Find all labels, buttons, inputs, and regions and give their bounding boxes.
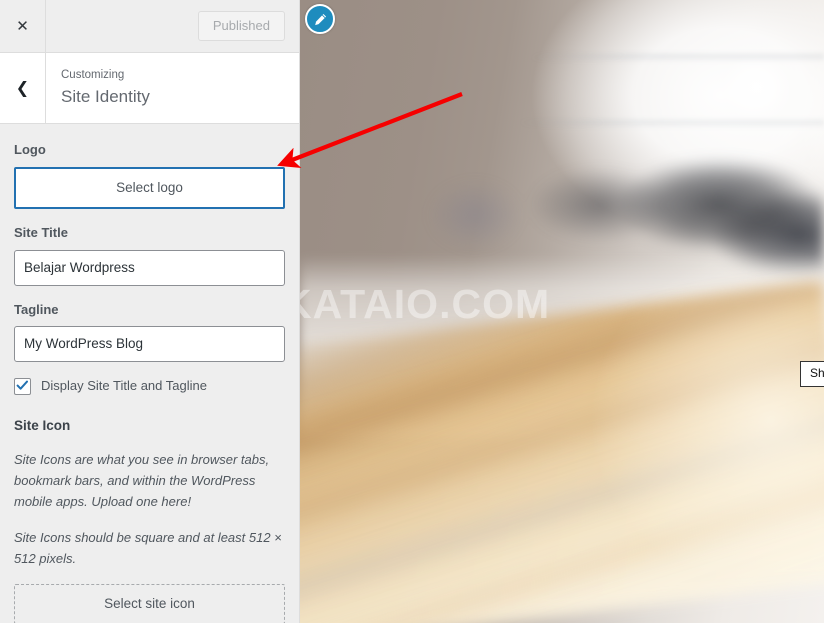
shift-click-tooltip: Shift-click to edit this element. <box>800 361 824 387</box>
site-icon-title: Site Icon <box>14 417 71 433</box>
pencil-edit-icon[interactable] <box>305 4 335 34</box>
pencil-glyph <box>314 13 326 25</box>
close-customizer-button[interactable]: ✕ <box>0 0 46 52</box>
panel-eyebrow: Customizing <box>61 69 125 82</box>
watermark-text: KATAIO.COM <box>300 281 551 327</box>
display-title-tagline-checkbox-row[interactable]: Display Site Title and Tagline <box>14 377 285 395</box>
site-preview-frame[interactable]: KATAIO.COM Shift-click to edit this elem… <box>300 0 824 623</box>
site-icon-control: Site Icon Site Icons are what you see in… <box>14 417 285 623</box>
site-title-label: Site Title <box>14 225 68 241</box>
topbar-actions: Published <box>46 0 299 52</box>
logo-control: Logo Select logo <box>14 142 285 210</box>
checkmark-icon <box>16 380 28 390</box>
select-logo-button[interactable]: Select logo <box>14 166 285 210</box>
panel-header: ❮ Customizing Site Identity <box>0 53 299 124</box>
select-site-icon-button[interactable]: Select site icon <box>14 583 285 623</box>
panel-title-group: Customizing Site Identity <box>46 53 299 123</box>
logo-label: Logo <box>14 142 46 157</box>
customizer-sidebar: ✕ Published ❮ Customizing Site Identity … <box>0 0 300 623</box>
tagline-label: Tagline <box>14 301 59 317</box>
customizer-topbar: ✕ Published <box>0 0 299 53</box>
page-title: Site Identity <box>61 87 150 107</box>
display-title-tagline-checkbox[interactable] <box>14 377 31 395</box>
customizer-app: ✕ Published ❮ Customizing Site Identity … <box>0 0 824 623</box>
site-icon-description-1: Site Icons are what you see in browser t… <box>14 451 270 510</box>
chevron-left-icon: ❮ <box>15 78 30 97</box>
site-icon-description-2: Site Icons should be square and at least… <box>14 529 282 567</box>
site-title-input[interactable] <box>14 249 285 286</box>
close-x-icon: ✕ <box>16 16 29 35</box>
controls-list: Logo Select logo Site Title Tagline Disp… <box>0 124 299 623</box>
tagline-control: Tagline <box>14 302 285 362</box>
site-title-control: Site Title <box>14 225 285 286</box>
tagline-input[interactable] <box>14 326 285 362</box>
publish-button[interactable]: Published <box>197 10 285 42</box>
back-button[interactable]: ❮ <box>0 53 46 123</box>
display-title-tagline-label: Display Site Title and Tagline <box>41 378 207 393</box>
